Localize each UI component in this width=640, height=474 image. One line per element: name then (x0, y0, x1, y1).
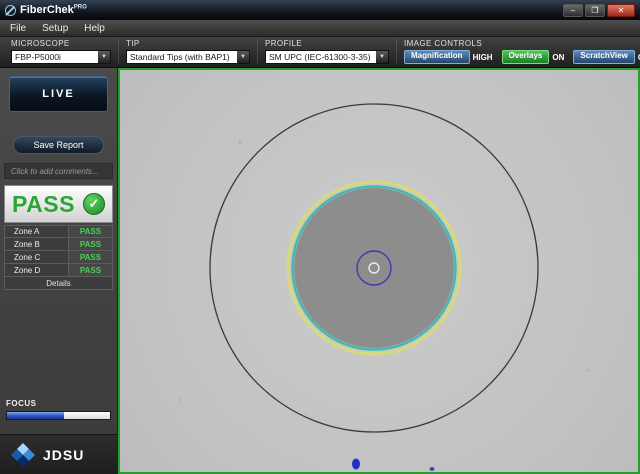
table-row: Zone D PASS (4, 264, 113, 277)
zone-status: PASS (69, 251, 112, 263)
dust-speck (239, 141, 242, 144)
fiber-endface-image (120, 70, 638, 472)
jdsu-logo-icon (10, 442, 36, 468)
live-button[interactable]: LIVE (9, 76, 108, 112)
magnification-state: HIGH (473, 53, 493, 62)
overlays-button[interactable]: Overlays (502, 50, 550, 64)
profile-value: SM UPC (IEC-61300-3-35) (266, 52, 376, 62)
profile-label: PROFILE (265, 39, 389, 48)
zone-name: Zone B (5, 238, 69, 250)
tip-label: TIP (126, 39, 250, 48)
tip-dropdown[interactable]: Standard Tips (with BAP1) ▼ (126, 50, 250, 64)
toolbar: MICROSCOPE FBP-P5000i ▼ TIP Standard Tip… (0, 37, 640, 68)
comments-input[interactable]: Click to add comments... (4, 163, 113, 179)
zone-status: PASS (69, 238, 112, 250)
focus-label: FOCUS (6, 399, 111, 408)
chevron-down-icon: ▼ (98, 51, 110, 63)
dust-speck (587, 369, 590, 372)
menu-file[interactable]: File (2, 22, 34, 35)
profile-dropdown[interactable]: SM UPC (IEC-61300-3-35) ▼ (265, 50, 389, 64)
fiber-image-viewer (118, 68, 640, 474)
pass-check-icon: ✓ (83, 193, 105, 215)
table-row: Zone B PASS (4, 238, 113, 251)
titlebar: FiberChekPRO – ❐ ✕ (0, 0, 640, 20)
overlays-state: ON (552, 53, 564, 62)
zone-table: Zone A PASS Zone B PASS Zone C PASS Zone… (4, 225, 113, 277)
sidebar: LIVE Save Report Click to add comments..… (0, 68, 118, 474)
microscope-label: MICROSCOPE (11, 39, 111, 48)
dust-speck (179, 399, 181, 401)
zone-status: PASS (69, 264, 112, 276)
microscope-section: MICROSCOPE FBP-P5000i ▼ (4, 39, 119, 64)
fiberchek-window: FiberChekPRO – ❐ ✕ File Setup Help MICRO… (0, 0, 640, 474)
window-title-sup: PRO (74, 4, 87, 10)
scratchview-button[interactable]: ScratchView (573, 50, 634, 64)
magnification-button[interactable]: Magnification (404, 50, 470, 64)
focus-progress-bar (6, 411, 111, 420)
microscope-value: FBP-P5000i (12, 52, 98, 62)
tip-value: Standard Tips (with BAP1) (127, 52, 237, 62)
save-report-button[interactable]: Save Report (13, 136, 104, 154)
maximize-button[interactable]: ❐ (585, 4, 605, 17)
minimize-button[interactable]: – (563, 4, 583, 17)
overall-result-text: PASS (12, 191, 75, 218)
close-button[interactable]: ✕ (607, 4, 635, 17)
menubar: File Setup Help (0, 20, 640, 37)
zone-name: Zone C (5, 251, 69, 263)
details-button[interactable]: Details (4, 277, 113, 290)
menu-setup[interactable]: Setup (34, 22, 76, 35)
chevron-down-icon: ▼ (237, 51, 249, 63)
window-controls: – ❐ ✕ (563, 4, 635, 17)
focus-block: FOCUS (6, 399, 111, 420)
image-controls-row: Magnification HIGH Overlays ON ScratchVi… (404, 50, 640, 64)
microscope-dropdown[interactable]: FBP-P5000i ▼ (11, 50, 111, 64)
fiber-cladding-disc (294, 188, 454, 348)
table-row: Zone A PASS (4, 225, 113, 238)
image-controls-label: IMAGE CONTROLS (404, 39, 640, 48)
menu-help[interactable]: Help (76, 22, 113, 35)
defect-mark (430, 467, 435, 471)
focus-progress-fill (7, 412, 64, 419)
fiberchek-logo-icon (5, 5, 16, 16)
image-controls-section: IMAGE CONTROLS Magnification HIGH Overla… (397, 39, 640, 64)
tip-section: TIP Standard Tips (with BAP1) ▼ (119, 39, 258, 64)
zone-status: PASS (69, 226, 112, 237)
brand-name: JDSU (43, 447, 84, 463)
overall-result-panel: PASS ✓ (4, 185, 113, 223)
profile-section: PROFILE SM UPC (IEC-61300-3-35) ▼ (258, 39, 397, 64)
table-row: Zone C PASS (4, 251, 113, 264)
content: LIVE Save Report Click to add comments..… (0, 68, 640, 474)
window-title: FiberChekPRO (20, 4, 87, 16)
zone-name: Zone A (5, 226, 69, 237)
brand-footer: JDSU (0, 434, 117, 474)
zone-name: Zone D (5, 264, 69, 276)
window-title-text: FiberChek (20, 4, 74, 16)
chevron-down-icon: ▼ (376, 51, 388, 63)
defect-mark (352, 459, 360, 470)
sidebar-spacer (0, 290, 117, 399)
